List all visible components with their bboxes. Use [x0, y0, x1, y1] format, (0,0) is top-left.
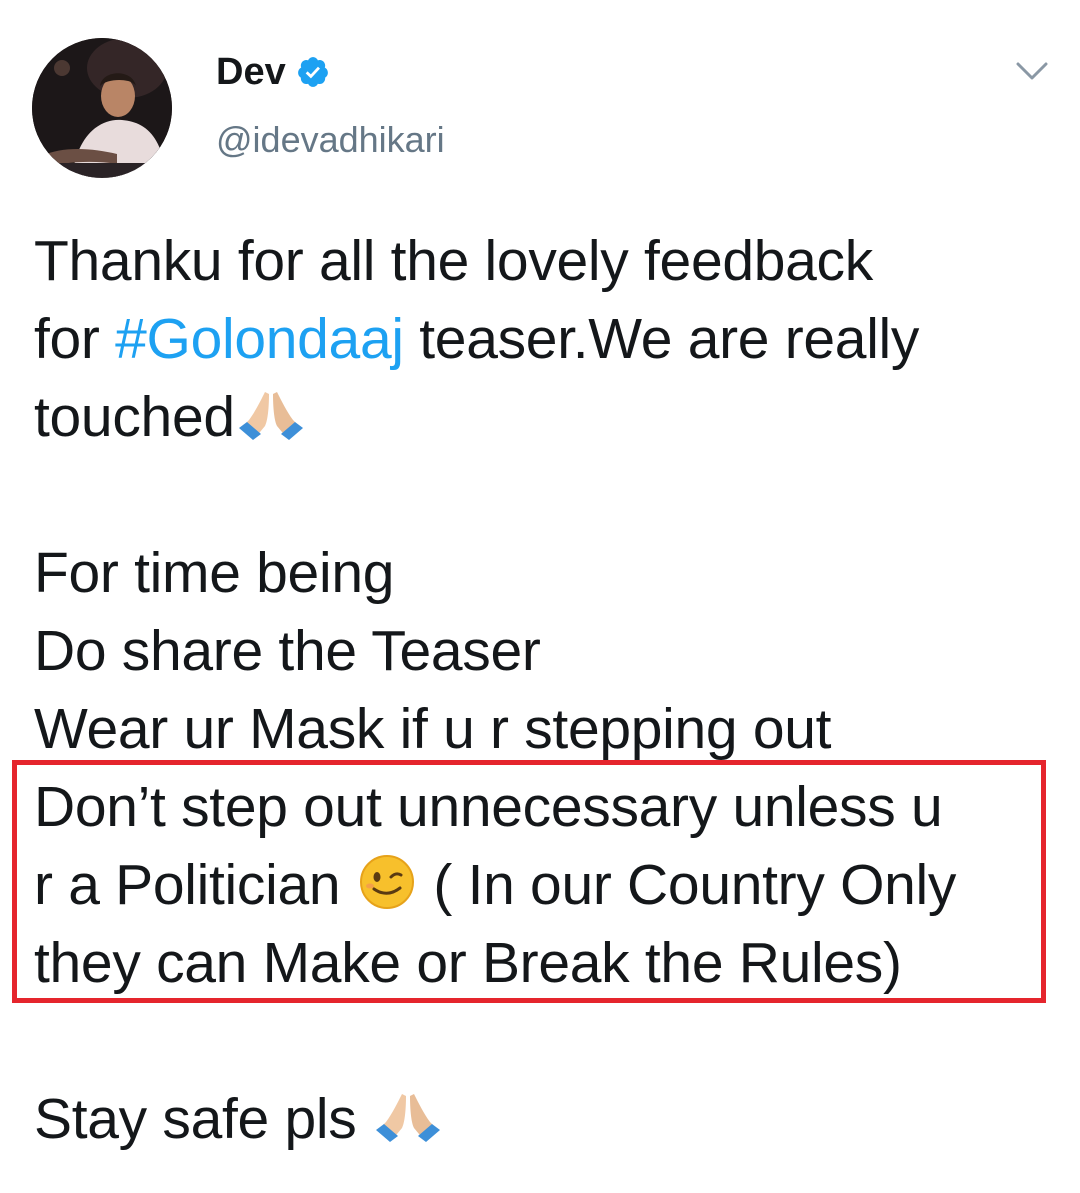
tweet-text: Thanku for all the lovely feedback for #… [34, 222, 1054, 1158]
folded-hands-icon [238, 392, 303, 440]
folded-hands-icon [375, 1094, 440, 1142]
tweet: Dev @idevadhikari Thanku for all the lov… [0, 0, 1080, 1193]
tweet-line: for #Golondaaj teaser.We are really [34, 300, 1054, 378]
highlight-box [12, 760, 1046, 1003]
tweet-line: Wear ur Mask if u r stepping out [34, 697, 832, 761]
avatar[interactable] [32, 38, 172, 178]
hashtag-link[interactable]: #Golondaaj [115, 307, 404, 371]
tweet-line: Thanku for all the lovely feedback [34, 229, 873, 293]
tweet-text-segment: Stay safe pls [34, 1087, 372, 1151]
verified-badge-icon [297, 57, 328, 87]
paragraph-break [34, 456, 1054, 534]
paragraph-break [34, 1002, 1054, 1080]
tweet-text-segment: teaser.We are really [403, 307, 920, 371]
tweet-line: Stay safe pls [34, 1080, 1054, 1158]
tweet-line: Do share the Teaser [34, 619, 541, 683]
profile-photo-icon [32, 38, 172, 178]
author-display-name[interactable]: Dev [216, 50, 286, 94]
tweet-line: For time being [34, 541, 395, 605]
chevron-down-icon[interactable] [1014, 56, 1050, 84]
tweet-text-segment: touched [34, 385, 235, 449]
tweet-line: touched [34, 378, 1054, 456]
author-name-row: Dev [216, 50, 330, 94]
author-handle[interactable]: @idevadhikari [216, 118, 445, 162]
tweet-text-segment: for [34, 307, 116, 371]
